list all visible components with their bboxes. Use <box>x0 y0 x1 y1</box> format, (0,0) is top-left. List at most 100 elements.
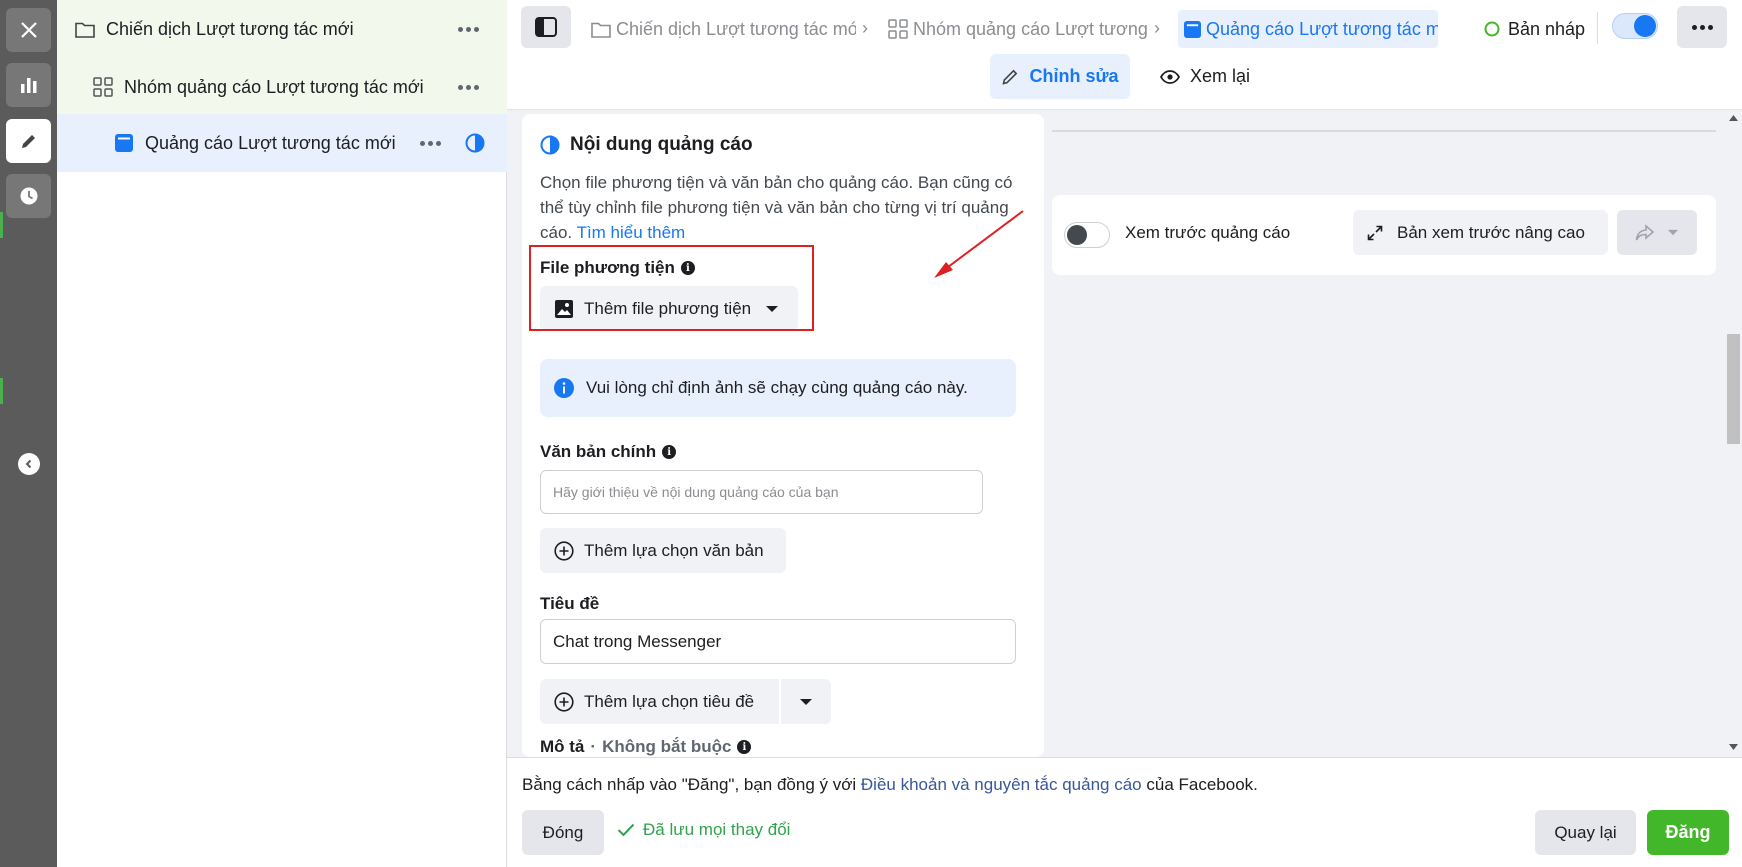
ad-icon <box>1184 20 1201 38</box>
toggle-panel-button[interactable] <box>521 6 571 48</box>
advanced-preview-label: Bản xem trước nâng cao <box>1397 222 1585 242</box>
history-button[interactable] <box>6 174 51 218</box>
share-icon <box>1635 223 1655 240</box>
folder-icon <box>74 18 96 40</box>
headline-input[interactable]: Chat trong Messenger <box>540 619 1016 664</box>
preview-bar: Xem trước quảng cáo Bản xem trước nâng c… <box>1052 195 1716 275</box>
breadcrumb-adset[interactable]: Nhóm quảng cáo Lượt tương <box>888 10 1151 48</box>
saved-text: Đã lưu mọi thay đổi <box>643 820 791 839</box>
caret-down-icon <box>800 698 812 705</box>
tree-item-label: Chiến dịch Lượt tương tác mới <box>106 18 354 39</box>
more-icon[interactable] <box>458 84 479 90</box>
check-icon <box>617 823 635 837</box>
info-icon[interactable]: i <box>662 445 677 459</box>
add-text-option-button[interactable]: Thêm lựa chọn văn bản <box>540 528 786 573</box>
scrollbar[interactable] <box>1725 110 1742 757</box>
preview-toggle[interactable] <box>1064 222 1110 248</box>
tab-edit[interactable]: Chỉnh sửa <box>990 54 1130 99</box>
breadcrumb-ad[interactable]: Quảng cáo Lượt tương tác mới <box>1178 10 1438 48</box>
back-button[interactable]: Quay lại <box>1535 810 1636 855</box>
preview-toggle-label: Xem trước quảng cáo <box>1125 223 1291 242</box>
pencil-icon <box>1002 69 1018 85</box>
bar-chart-icon <box>20 78 36 93</box>
half-circle-icon <box>540 135 560 155</box>
chevron-left-icon <box>25 459 32 469</box>
tree-item-adset[interactable]: Nhóm quảng cáo Lượt tương tác mới <box>57 58 507 116</box>
tree-item-campaign[interactable]: Chiến dịch Lượt tương tác mới <box>57 0 507 58</box>
headline-label: Tiêu đề <box>540 594 600 613</box>
more-icon[interactable] <box>458 26 479 32</box>
reporting-button[interactable] <box>6 63 51 107</box>
status-toggle[interactable] <box>1612 13 1658 39</box>
back-label: Quay lại <box>1554 822 1617 842</box>
headline-dropdown-button[interactable] <box>781 679 831 724</box>
info-icon[interactable]: i <box>737 740 752 754</box>
plus-circle-icon <box>554 691 574 712</box>
more-icon[interactable] <box>420 140 441 146</box>
terms-link[interactable]: Điều khoản và nguyên tắc quảng cáo <box>861 775 1142 794</box>
optional-text: Không bắt buộc <box>602 737 732 756</box>
grid-icon <box>888 19 908 39</box>
status-circle-icon <box>1484 21 1500 37</box>
add-headline-option-button[interactable]: Thêm lựa chọn tiêu đề <box>540 679 779 724</box>
info-circle-icon <box>554 378 574 398</box>
publish-label: Đăng <box>1665 822 1711 842</box>
close-button[interactable]: Đóng <box>522 810 604 855</box>
breadcrumb-label: Chiến dịch Lượt tương tác mới <box>616 18 856 39</box>
tab-label: Chỉnh sửa <box>1029 66 1119 86</box>
section-title: Nội dung quảng cáo <box>540 134 753 156</box>
saved-status: Đã lưu mọi thay đổi <box>617 820 790 840</box>
close-icon <box>20 22 37 38</box>
annotation-arrow <box>934 210 1024 278</box>
learn-more-link[interactable]: Tìm hiểu thêm <box>577 223 686 242</box>
tab-review[interactable]: Xem lại <box>1150 54 1260 99</box>
folder-icon <box>591 21 611 38</box>
tree-item-label: Quảng cáo Lượt tương tác mới <box>145 132 396 153</box>
pencil-icon <box>21 135 35 148</box>
scroll-down-icon[interactable] <box>1729 744 1738 750</box>
add-headline-option-label: Thêm lựa chọn tiêu đề <box>584 691 755 711</box>
tree-item-ad[interactable]: Quảng cáo Lượt tương tác mới <box>57 114 507 172</box>
breadcrumb-label: Nhóm quảng cáo Lượt tương <box>913 18 1148 39</box>
ad-icon <box>113 132 135 154</box>
breadcrumb-label: Quảng cáo Lượt tương tác mới <box>1206 18 1438 39</box>
rail-indicator <box>0 212 3 238</box>
breadcrumb-campaign[interactable]: Chiến dịch Lượt tương tác mới <box>591 10 856 48</box>
edit-mode-button[interactable] <box>6 119 51 163</box>
sidebar-icon <box>535 17 557 37</box>
half-circle-icon <box>465 133 485 153</box>
expand-icon <box>1367 225 1383 240</box>
status-badge: Bản nháp <box>1484 10 1585 48</box>
editor-header: Chiến dịch Lượt tương tác mới › Nhóm quả… <box>507 0 1742 110</box>
toggle-knob <box>1634 15 1656 37</box>
collapse-button[interactable] <box>18 453 40 475</box>
divider <box>1597 12 1598 44</box>
media-notice-text: Vui lòng chỉ định ảnh sẽ chạy cùng quảng… <box>586 378 968 397</box>
rail-indicator <box>0 378 3 404</box>
footer: Bằng cách nhấp vào "Đăng", bạn đồng ý vớ… <box>507 757 1742 867</box>
primary-text-placeholder: Hãy giới thiệu về nội dung quảng cáo của… <box>553 484 839 500</box>
section-title-text: Nội dung quảng cáo <box>570 134 753 155</box>
more-icon <box>1691 24 1713 30</box>
tree-item-label: Nhóm quảng cáo Lượt tương tác mới <box>124 76 424 97</box>
main-area: Nội dung quảng cáo Chọn file phương tiện… <box>507 110 1742 757</box>
close-button[interactable] <box>6 8 51 52</box>
structure-tree: Chiến dịch Lượt tương tác mới Nhóm quảng… <box>57 0 507 867</box>
primary-text-input[interactable]: Hãy giới thiệu về nội dung quảng cáo của… <box>540 470 983 514</box>
description-label: Mô tả · Không bắt buộc i <box>540 737 752 757</box>
caret-down-icon <box>1667 229 1679 236</box>
scrollbar-thumb[interactable] <box>1727 334 1740 444</box>
plus-circle-icon <box>554 540 574 561</box>
highlight-box <box>529 245 814 331</box>
left-rail <box>0 0 57 867</box>
more-options-button[interactable] <box>1677 6 1727 48</box>
scroll-up-icon[interactable] <box>1729 115 1738 121</box>
close-label: Đóng <box>542 822 584 842</box>
primary-text-label: Văn bản chính i <box>540 442 677 462</box>
share-button[interactable] <box>1617 210 1697 255</box>
advanced-preview-button[interactable]: Bản xem trước nâng cao <box>1353 210 1608 255</box>
publish-button[interactable]: Đăng <box>1647 810 1729 855</box>
divider <box>1052 130 1716 132</box>
grid-icon <box>92 76 114 98</box>
toggle-knob <box>1067 225 1087 245</box>
